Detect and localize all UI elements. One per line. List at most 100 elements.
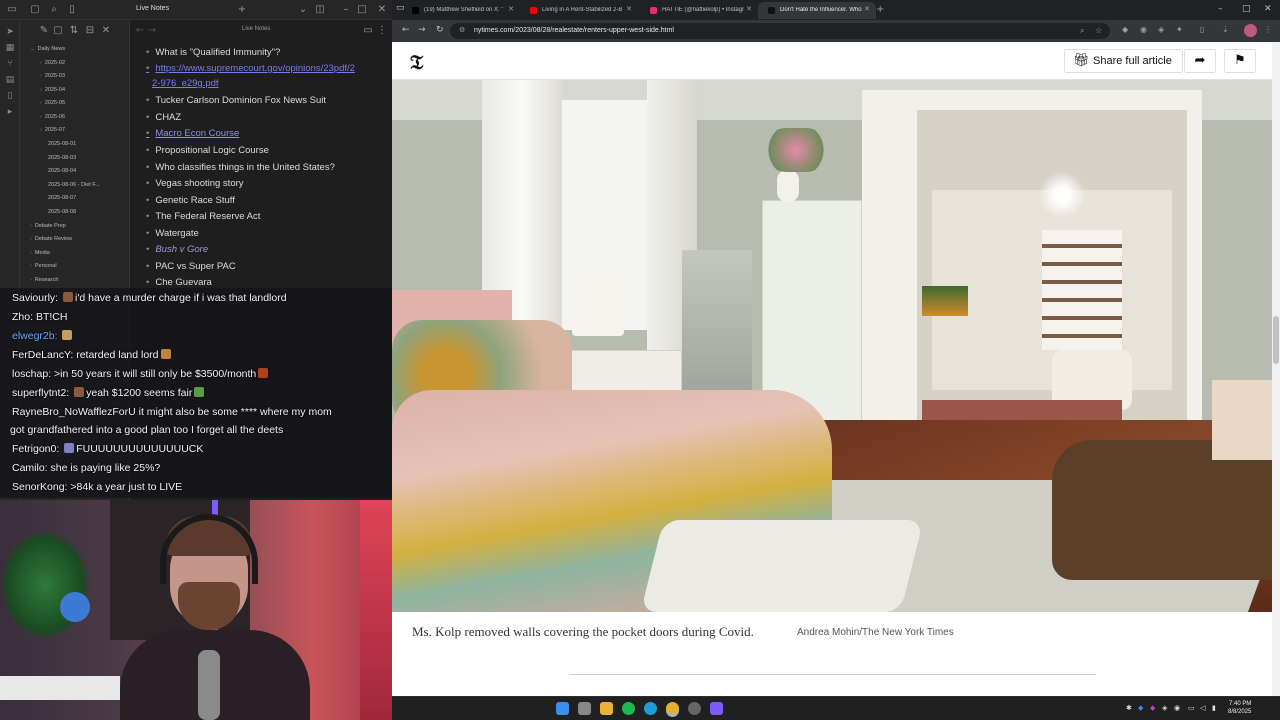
chevron-down-icon[interactable]: ⌄ — [297, 4, 309, 16]
chat-username[interactable]: Saviourly: — [12, 292, 58, 304]
close-panel-icon[interactable]: ✕ — [100, 25, 112, 37]
note-bullet[interactable]: Genetic Race Stuff — [146, 195, 235, 206]
tree-item[interactable]: › 2025-06 — [40, 114, 65, 120]
tray-app-2-icon[interactable]: ◆ — [1150, 704, 1155, 712]
share-full-article-button[interactable]: 🎁︎ Share full article — [1064, 49, 1183, 73]
chat-username[interactable]: Zho: — [12, 311, 33, 323]
nyt-logo[interactable]: 𝔗 — [410, 50, 423, 74]
bookmark-icon[interactable]: ▯ — [66, 4, 78, 16]
sidebar-icon[interactable]: ▯ — [1200, 25, 1204, 34]
tree-item[interactable]: › 2025-02 — [40, 60, 65, 66]
tree-item[interactable]: › Debate Prep — [30, 223, 66, 229]
chat-username[interactable]: loschap: — [12, 368, 51, 380]
chat-username[interactable]: elwegr2b: — [12, 330, 58, 342]
send-icon[interactable]: ➤ — [4, 26, 16, 38]
search-icon[interactable]: ⌕ — [48, 4, 60, 16]
note-link[interactable]: 2-976_e29g.pdf — [152, 78, 219, 89]
more-options-icon[interactable]: ⋮ — [376, 25, 388, 37]
tree-item[interactable]: › 2025-04 — [40, 87, 65, 93]
extension-3-icon[interactable]: ◈ — [1158, 25, 1164, 34]
forward-button[interactable]: → — [418, 25, 426, 35]
tree-item[interactable]: 2025-08-03 — [48, 155, 76, 161]
forward-icon[interactable]: → — [146, 25, 158, 37]
task-view-icon[interactable] — [578, 702, 591, 715]
note-bullet[interactable]: CHAZ — [146, 112, 181, 123]
tab-close-icon[interactable]: ✕ — [508, 5, 514, 13]
browser-tab[interactable]: HATTIE (@hattiekolp) • Instagr ✕ — [640, 2, 758, 19]
new-folder-icon[interactable]: ▢ — [52, 25, 64, 37]
star-icon[interactable]: ☆ — [1095, 26, 1102, 35]
chat-username[interactable]: superflytnt2: — [12, 387, 69, 399]
reload-button[interactable]: ↻ — [436, 25, 444, 35]
scrollbar-thumb[interactable] — [1273, 316, 1279, 364]
file-explorer-icon[interactable] — [600, 702, 613, 715]
network-icon[interactable]: ▭ — [1188, 704, 1195, 712]
start-icon[interactable] — [556, 702, 569, 715]
chat-username[interactable]: FerDeLancY: — [12, 349, 73, 361]
chrome-icon[interactable] — [666, 702, 679, 715]
note-bullet[interactable]: The Federal Reserve Act — [146, 211, 260, 222]
file-icon[interactable]: ▯ — [4, 90, 16, 102]
folder-icon[interactable]: ▢ — [29, 4, 41, 16]
settings-app-icon[interactable] — [688, 702, 701, 715]
back-icon[interactable]: ← — [134, 25, 146, 37]
grid-icon[interactable]: ▦ — [4, 42, 16, 54]
note-bullet[interactable]: Tucker Carlson Dominion Fox News Suit — [146, 95, 326, 106]
minimize-window-button[interactable]: – — [1218, 4, 1223, 14]
sort-icon[interactable]: ⇅ — [68, 25, 80, 37]
tree-item[interactable]: ⌄ Daily News — [30, 46, 65, 52]
tree-item[interactable]: › Media — [30, 250, 50, 256]
site-info-icon[interactable]: ⚙ — [459, 26, 465, 34]
note-bullet[interactable]: Who classifies things in the United Stat… — [146, 162, 335, 173]
note-link[interactable]: https://www.supremecourt.gov/opinions/23… — [146, 63, 355, 74]
new-tab-button[interactable]: + — [876, 4, 884, 15]
tab-close-icon[interactable]: ✕ — [746, 5, 752, 13]
close-window-button[interactable]: ✕ — [1264, 4, 1272, 14]
edge-icon[interactable] — [644, 702, 657, 715]
extensions-puzzle-icon[interactable]: ✦ — [1176, 25, 1183, 34]
tray-app-3-icon[interactable]: ◈ — [1162, 704, 1167, 712]
calendar-icon[interactable]: ▤ — [4, 74, 16, 86]
tree-item[interactable]: 2025-08-06 - Diet F... — [48, 182, 100, 188]
tray-app-4-icon[interactable]: ◉ — [1174, 704, 1180, 712]
tree-item[interactable]: 2025-08-04 — [48, 168, 76, 174]
address-bar[interactable]: ⚙ nytimes.com/2023/08/28/realestate/rent… — [450, 23, 1110, 39]
browser-tab[interactable]: Don't Hate the Influencer. Who ✕ — [758, 2, 876, 19]
download-icon[interactable]: ⇣ — [1222, 25, 1229, 34]
extension-icon[interactable]: ◆ — [1122, 25, 1128, 34]
url-text[interactable]: nytimes.com/2023/08/28/realestate/renter… — [474, 27, 674, 34]
split-icon[interactable]: ◫ — [314, 4, 326, 16]
note-bullet[interactable]: What is "Qualified Immunity"? — [146, 47, 280, 58]
tray-bluetooth-icon[interactable]: ✱ — [1126, 704, 1132, 712]
chat-username[interactable]: Camilo: — [12, 462, 48, 474]
collapse-icon[interactable]: ⊟ — [84, 25, 96, 37]
battery-icon[interactable]: ▮ — [1212, 704, 1216, 712]
volume-icon[interactable]: ◁ — [1200, 704, 1205, 712]
tree-item[interactable]: › 2025-07 — [40, 127, 65, 133]
terminal-icon[interactable]: ▸ — [4, 106, 16, 118]
close-icon[interactable]: ✕ — [376, 4, 388, 16]
note-bullet[interactable]: Vegas shooting story — [146, 178, 243, 189]
tray-app-icon[interactable]: ◆ — [1138, 704, 1143, 712]
back-button[interactable]: ← — [402, 25, 410, 35]
tree-item[interactable]: 2025-08-01 — [48, 141, 76, 147]
note-bullet[interactable]: Propositional Logic Course — [146, 145, 269, 156]
notes-tab-title[interactable]: Live Notes — [136, 5, 169, 12]
chat-username[interactable]: Fetrigon0: — [12, 443, 59, 455]
obsidian-icon[interactable] — [710, 702, 723, 715]
chat-username[interactable]: SenorKong: — [12, 481, 67, 493]
tree-item[interactable]: › 2025-05 — [40, 100, 65, 106]
note-link[interactable]: Macro Econ Course — [146, 128, 239, 139]
tab-close-icon[interactable]: ✕ — [626, 5, 632, 13]
browser-tab[interactable]: Living in A Rent-Stabilized 2-B ✕ — [520, 2, 638, 19]
maximize-window-button[interactable]: □ — [1242, 4, 1251, 14]
tab-close-icon[interactable]: ✕ — [864, 5, 870, 13]
tree-item[interactable]: › Personal — [30, 263, 57, 269]
sidebar-toggle-icon[interactable]: ▭ — [6, 4, 18, 16]
profile-avatar[interactable] — [1244, 24, 1257, 37]
tree-item[interactable]: 2025-08-07 — [48, 195, 76, 201]
tree-item[interactable]: › 2025-03 — [40, 73, 65, 79]
new-tab-icon[interactable]: + — [236, 4, 248, 16]
note-bullet[interactable]: Che Guevara — [146, 277, 212, 288]
note-bullet[interactable]: Bush v Gore — [146, 244, 208, 255]
